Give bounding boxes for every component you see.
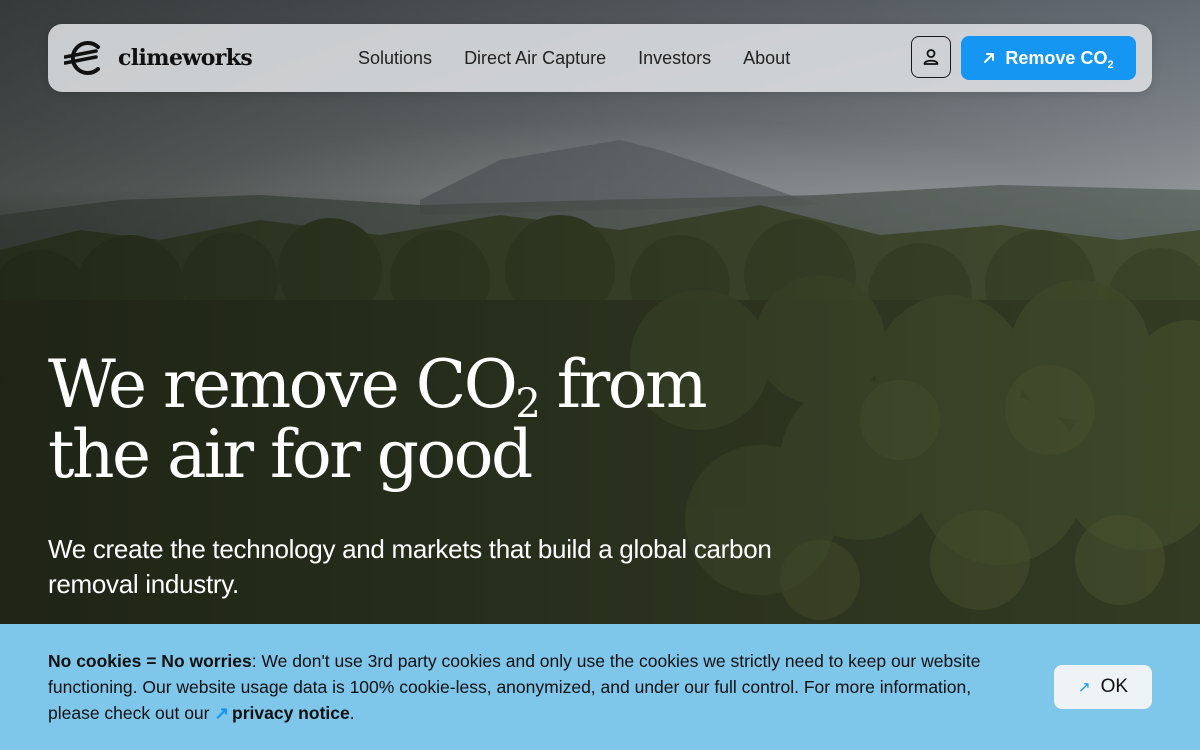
nav-link-solutions[interactable]: Solutions	[358, 48, 432, 69]
arrow-up-right-icon: ↗	[214, 703, 230, 723]
user-icon	[923, 49, 939, 65]
arrow-up-right-icon	[984, 53, 995, 63]
hero-title: We remove CO2 from the air for good	[48, 346, 708, 493]
nav-link-direct-air-capture[interactable]: Direct Air Capture	[464, 48, 606, 69]
main-nav: Solutions Direct Air Capture Investors A…	[358, 24, 790, 92]
cookie-ok-button[interactable]: ↗ OK	[1054, 665, 1152, 709]
hero-subtitle: We create the technology and markets tha…	[48, 534, 772, 599]
climeworks-logo[interactable]: climeworks	[64, 40, 253, 76]
ok-label: OK	[1100, 676, 1129, 697]
cookie-banner: No cookies = No worries: We don't use 3r…	[0, 624, 1200, 750]
brand-name: climeworks	[118, 45, 253, 71]
remove-co2-label: Remove CO2	[1005, 47, 1114, 71]
privacy-notice-link[interactable]: ↗ privacy notice	[214, 703, 349, 723]
climeworks-logo-icon	[64, 41, 100, 75]
cookie-message: No cookies = No worries: We don't use 3r…	[48, 651, 981, 723]
top-navigation-bar: climeworks Solutions Direct Air Capture …	[48, 24, 1152, 92]
account-button[interactable]	[911, 36, 951, 78]
nav-link-about[interactable]: About	[743, 48, 790, 69]
arrow-up-right-icon: ↗	[1077, 679, 1091, 696]
remove-co2-button[interactable]: Remove CO2	[961, 36, 1136, 80]
cookie-heading: No cookies = No worries	[48, 651, 252, 671]
nav-link-investors[interactable]: Investors	[638, 48, 711, 69]
